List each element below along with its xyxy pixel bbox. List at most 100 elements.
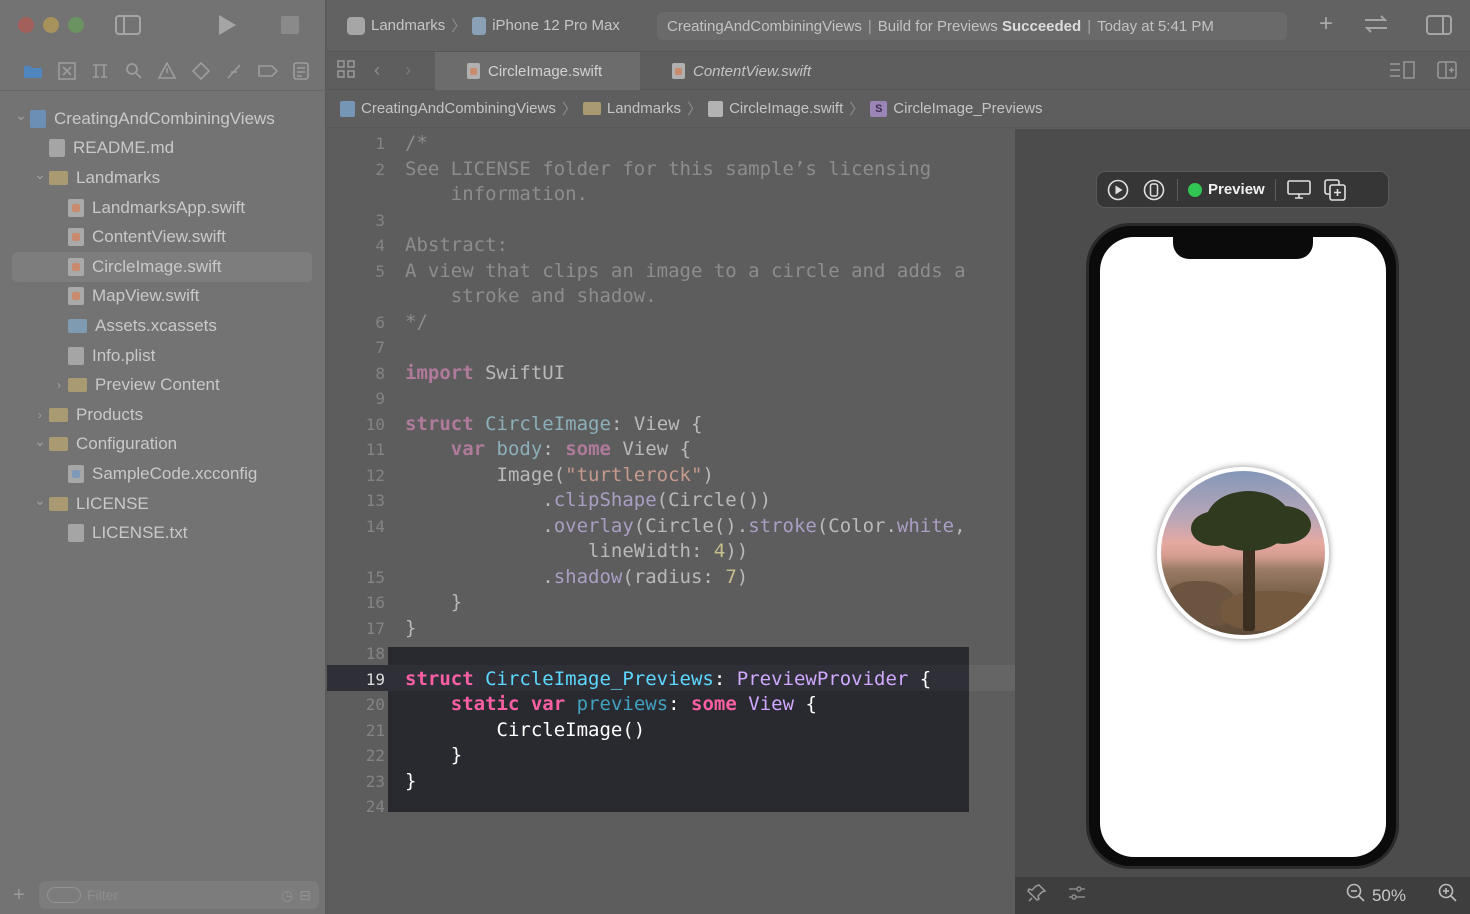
navigator-item[interactable]: LICENSE.txt: [12, 518, 312, 548]
line-number: 7: [375, 338, 385, 357]
preview-label: Preview: [1208, 181, 1265, 198]
breadcrumb-project[interactable]: CreatingAndCombiningViews: [361, 100, 556, 117]
navigator-item[interactable]: ⌄ Landmarks: [12, 163, 312, 193]
breakpoint-navigator-tab-icon[interactable]: [257, 60, 279, 82]
code-line[interactable]: information.: [405, 183, 588, 205]
code-line[interactable]: See LICENSE folder for this sample’s lic…: [405, 158, 931, 180]
project-navigator-tab-icon[interactable]: [22, 60, 44, 82]
code-line[interactable]: CircleImage(): [405, 719, 646, 741]
run-button[interactable]: [216, 14, 238, 40]
navigator-item[interactable]: LandmarksApp.swift: [12, 193, 312, 223]
code-line[interactable]: */: [405, 311, 428, 333]
navigator-item[interactable]: ⌄ LICENSE: [12, 489, 312, 519]
navigator-item[interactable]: › Products: [12, 400, 312, 430]
navigator-item[interactable]: MapView.swift: [12, 282, 312, 312]
navigator-item[interactable]: README.md: [12, 134, 312, 164]
swift-file-icon: [708, 100, 724, 117]
issue-navigator-tab-icon[interactable]: [156, 60, 178, 82]
swift-file-icon: [672, 63, 685, 79]
code-line[interactable]: .shadow(radius: 7): [405, 566, 748, 588]
doc-icon: [49, 139, 65, 158]
navigator-item[interactable]: SampleCode.xcconfig: [12, 459, 312, 489]
find-navigator-tab-icon[interactable]: [123, 60, 145, 82]
navigator-item-label: SampleCode.xcconfig: [92, 463, 258, 483]
navigator-item[interactable]: ⌄ Configuration: [12, 430, 312, 460]
code-line[interactable]: }: [405, 770, 416, 792]
back-chevron-icon[interactable]: ‹: [374, 60, 380, 80]
source-editor[interactable]: 1 /* 2 See LICENSE folder for this sample’s…: [327, 129, 1015, 914]
debug-navigator-tab-icon[interactable]: [223, 60, 245, 82]
navigator-item[interactable]: ⌄ CreatingAndCombiningViews: [12, 104, 312, 134]
sidebar-toggle-icon[interactable]: [115, 15, 141, 39]
zoom-in-icon[interactable]: [1438, 883, 1458, 908]
stop-button[interactable]: [281, 16, 299, 38]
code-line[interactable]: }: [405, 617, 416, 639]
status-project: CreatingAndCombiningViews: [667, 17, 862, 35]
live-preview-button[interactable]: [1105, 177, 1131, 203]
related-items-icon[interactable]: [337, 60, 355, 82]
inspector-toggle-icon[interactable]: [1426, 15, 1452, 39]
preview-on-device-button[interactable]: [1141, 177, 1167, 203]
navigator-item[interactable]: › Preview Content: [12, 370, 312, 400]
navigator-item-label: CircleImage.swift: [92, 256, 222, 276]
chevron-right-icon[interactable]: ›: [50, 378, 68, 392]
scheme-selector[interactable]: Landmarks 〉 iPhone 12 Pro Max: [347, 15, 620, 36]
code-line[interactable]: struct CircleImage: View {: [405, 413, 702, 435]
preview-selector[interactable]: Preview: [1188, 181, 1265, 198]
tab-circleimage[interactable]: CircleImage.swift: [435, 52, 640, 90]
code-line[interactable]: import SwiftUI: [405, 362, 565, 384]
breadcrumb-file[interactable]: CircleImage.swift: [729, 100, 843, 117]
canvas-settings-icon[interactable]: [1067, 883, 1087, 908]
recent-files-icon[interactable]: ◷: [281, 887, 293, 904]
breadcrumb-folder[interactable]: Landmarks: [607, 100, 681, 117]
editor-options-icon[interactable]: [1389, 61, 1415, 83]
navigator-item[interactable]: CircleImage.swift: [12, 251, 312, 282]
test-navigator-tab-icon[interactable]: [190, 60, 212, 82]
code-line[interactable]: A view that clips an image to a circle a…: [405, 260, 966, 282]
zoom-window-button[interactable]: [68, 17, 84, 33]
code-line[interactable]: lineWidth: 4)): [405, 540, 748, 562]
close-window-button[interactable]: [18, 17, 34, 33]
scm-status-filter-icon[interactable]: ⊟: [299, 887, 311, 904]
code-line[interactable]: }: [405, 744, 462, 766]
code-line[interactable]: }: [405, 591, 462, 613]
breadcrumb-symbol[interactable]: CircleImage_Previews: [893, 100, 1042, 117]
code-line[interactable]: .clipShape(Circle()): [405, 489, 771, 511]
line-number: 13: [365, 491, 385, 510]
code-review-icon[interactable]: [1363, 14, 1389, 38]
library-add-icon[interactable]: +: [1319, 12, 1333, 36]
tab-contentview[interactable]: ContentView.swift: [672, 52, 852, 90]
chevron-down-icon[interactable]: ⌄: [12, 107, 30, 124]
filter-options-icon[interactable]: [47, 887, 81, 903]
code-line[interactable]: var body: some View {: [405, 438, 691, 460]
zoom-out-icon[interactable]: [1346, 883, 1366, 908]
device-screen[interactable]: [1100, 237, 1386, 857]
add-file-button[interactable]: +: [13, 884, 33, 907]
code-line[interactable]: static var previews: some View {: [405, 693, 817, 715]
device-settings-button[interactable]: [1286, 177, 1312, 203]
source-control-tab-icon[interactable]: [56, 60, 78, 82]
navigator-item[interactable]: Info.plist: [12, 341, 312, 371]
navigator-item[interactable]: Assets.xcassets: [12, 311, 312, 341]
code-line[interactable]: Image("turtlerock"): [405, 464, 714, 486]
pin-preview-icon[interactable]: [1027, 883, 1047, 908]
chevron-down-icon[interactable]: ⌄: [31, 433, 49, 450]
code-line[interactable]: stroke and shadow.: [405, 285, 657, 307]
navigator-item[interactable]: ContentView.swift: [12, 222, 312, 252]
chevron-down-icon[interactable]: ⌄: [31, 492, 49, 509]
filter-field[interactable]: Filter ◷ ⊟: [39, 881, 319, 909]
minimize-window-button[interactable]: [43, 17, 59, 33]
add-editor-icon[interactable]: [1437, 61, 1457, 83]
code-line[interactable]: struct CircleImage_Previews: PreviewProv…: [405, 668, 931, 690]
duplicate-preview-button[interactable]: [1322, 177, 1348, 203]
report-navigator-tab-icon[interactable]: [290, 60, 312, 82]
swift-file-icon: [68, 198, 84, 217]
chevron-right-icon[interactable]: ›: [31, 408, 49, 422]
chevron-down-icon[interactable]: ⌄: [31, 166, 49, 183]
code-line[interactable]: Abstract:: [405, 234, 508, 256]
code-line[interactable]: /*: [405, 132, 428, 154]
symbol-navigator-tab-icon[interactable]: [89, 60, 111, 82]
device-name[interactable]: iPhone 12 Pro Max: [492, 17, 620, 34]
forward-chevron-icon[interactable]: ›: [405, 60, 411, 80]
code-line[interactable]: .overlay(Circle().stroke(Color.white,: [405, 515, 965, 537]
